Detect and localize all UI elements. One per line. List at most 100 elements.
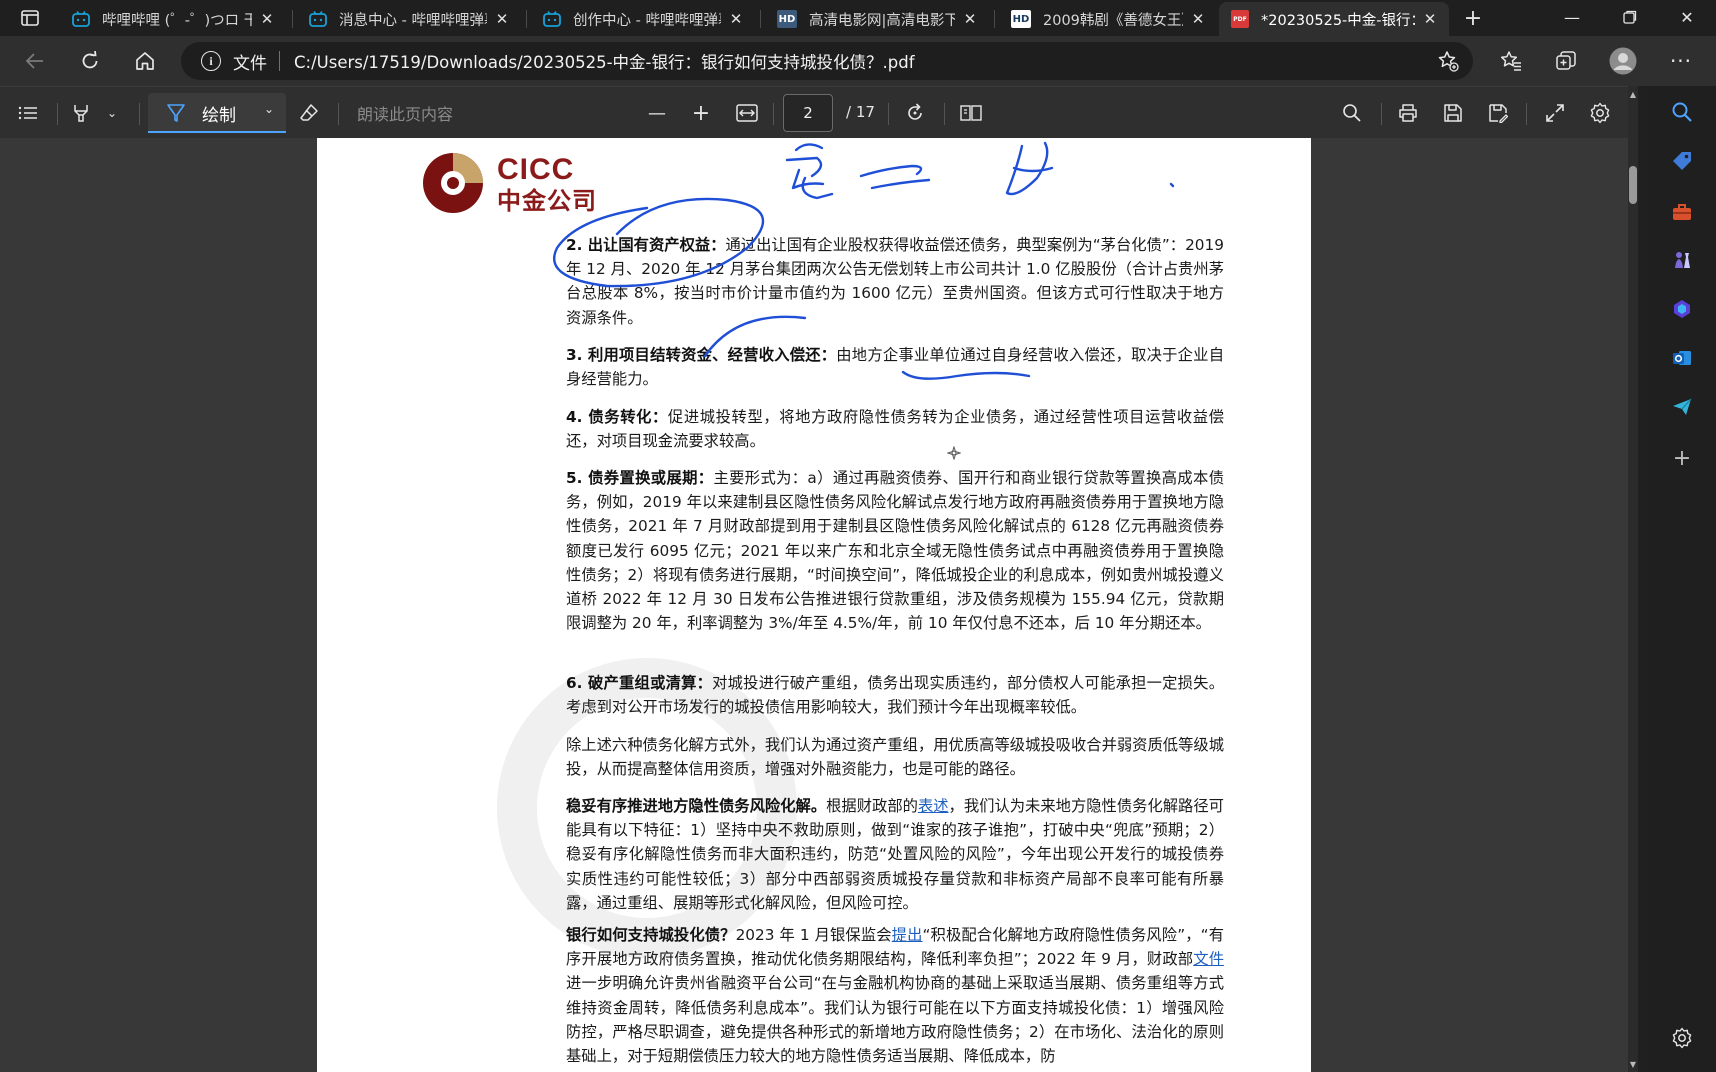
sidebar-telegram-button[interactable] xyxy=(1668,393,1696,421)
collections-button[interactable] xyxy=(1549,45,1583,77)
bilibili-icon xyxy=(72,10,90,28)
paragraph-body: 2023 年 1 月银保监会 xyxy=(735,926,892,944)
close-window-button[interactable]: ✕ xyxy=(1660,0,1714,34)
fullscreen-button[interactable] xyxy=(1540,99,1570,127)
plus-icon: + xyxy=(1463,5,1483,31)
url-text[interactable]: C:/Users/17519/Downloads/20230525-中金-银行：… xyxy=(294,49,915,73)
plus-icon: + xyxy=(1672,445,1692,471)
draw-button[interactable]: 绘制 ⌄ xyxy=(148,93,286,133)
ink-stroke xyxy=(785,143,834,200)
search-icon xyxy=(1343,104,1361,122)
new-tab-button[interactable]: + xyxy=(1458,4,1488,32)
paragraph-2: 2. 出让国有资产权益：通过出让国有企业股权获得收益偿还债务，典型案例为“茅台化… xyxy=(566,233,1224,330)
home-button[interactable] xyxy=(128,45,162,77)
sidebar-outlook-button[interactable] xyxy=(1668,344,1696,372)
page-view-icon xyxy=(960,105,982,121)
gear-icon xyxy=(1672,1027,1692,1049)
tab-title: 创作中心 - 哔哩哔哩弹幕 xyxy=(573,12,721,29)
tab-korean-drama[interactable]: HD 2009韩剧《善德女王》 ✕ xyxy=(999,2,1217,36)
tab-pdf-document[interactable]: PDF *20230525-中金-银行： ✕ xyxy=(1219,2,1449,36)
close-icon[interactable]: ✕ xyxy=(727,10,745,28)
refresh-icon xyxy=(82,51,98,69)
sidebar-tools-button[interactable] xyxy=(1668,198,1696,226)
zoom-in-button[interactable]: + xyxy=(686,99,716,127)
sidebar-add-button[interactable]: + xyxy=(1668,444,1696,472)
favorites-button[interactable] xyxy=(1494,45,1528,77)
minimize-icon: — xyxy=(1564,7,1580,27)
sidebar-search-button[interactable] xyxy=(1668,98,1696,126)
minimize-button[interactable]: — xyxy=(1545,0,1599,34)
info-icon[interactable]: i xyxy=(201,51,221,71)
pdf-viewer[interactable]: CICC 中金公司 2. 出让国有资产权益：通过出让国有企业股权获得收益偿还债务… xyxy=(0,138,1634,1072)
page-view-button[interactable] xyxy=(956,99,986,127)
scroll-down-icon[interactable]: ▼ xyxy=(1628,1060,1638,1070)
add-favorite-button[interactable] xyxy=(1437,50,1459,72)
document-link[interactable]: 文件 xyxy=(1193,950,1224,968)
logo-text-cn: 中金公司 xyxy=(497,187,597,215)
proposal-link[interactable]: 提出 xyxy=(892,926,923,944)
more-options-button[interactable]: ··· xyxy=(1664,45,1698,77)
toolbar-divider xyxy=(773,103,774,125)
profile-button[interactable] xyxy=(1606,45,1640,77)
collections-icon xyxy=(1556,51,1576,70)
chess-piece-icon xyxy=(1675,252,1690,268)
vertical-scrollbar[interactable]: ▲ ▼ xyxy=(1628,86,1638,1072)
restore-button[interactable] xyxy=(1603,0,1657,34)
star-plus-icon xyxy=(1438,51,1459,72)
address-bar[interactable]: i 文件 C:/Users/17519/Downloads/20230525-中… xyxy=(181,42,1473,80)
close-icon[interactable]: ✕ xyxy=(493,10,511,28)
contents-button[interactable] xyxy=(13,99,43,127)
paragraph-heading: 2. 出让国有资产权益： xyxy=(566,236,726,254)
paragraph-9: 银行如何支持城投化债？2023 年 1 月银保监会提出“积极配合化解地方政府隐性… xyxy=(566,923,1224,1068)
cicc-logo-icon xyxy=(423,153,483,213)
toolbar-divider xyxy=(944,103,945,125)
bilibili-icon xyxy=(543,10,561,28)
print-button[interactable] xyxy=(1393,99,1423,127)
hd-icon: HD xyxy=(1011,10,1031,28)
highlighter-icon xyxy=(74,105,88,122)
close-icon[interactable]: ✕ xyxy=(258,10,276,28)
fit-page-button[interactable] xyxy=(732,99,762,127)
scroll-up-icon[interactable]: ▲ xyxy=(1628,90,1638,100)
tab-bilibili-home[interactable]: 哔哩哔哩 (゜-゜)つロ 干 ✕ xyxy=(60,2,286,36)
gear-icon xyxy=(1590,102,1610,124)
save-as-icon xyxy=(1489,104,1508,123)
navigation-bar: i 文件 C:/Users/17519/Downloads/20230525-中… xyxy=(0,36,1716,86)
rotate-button[interactable] xyxy=(900,99,930,127)
save-as-button[interactable] xyxy=(1483,99,1513,127)
sidebar-settings-button[interactable] xyxy=(1668,1024,1696,1052)
paragraph-body: 根据财政部的 xyxy=(826,797,918,815)
back-button[interactable] xyxy=(18,45,52,77)
statement-link[interactable]: 表述 xyxy=(918,797,949,815)
zoom-out-button[interactable]: — xyxy=(642,99,672,127)
ellipsis-icon: ··· xyxy=(1669,49,1693,73)
page-number-input[interactable]: 2 xyxy=(783,94,833,132)
pdf-page[interactable]: CICC 中金公司 2. 出让国有资产权益：通过出让国有企业股权获得收益偿还债务… xyxy=(317,138,1311,1072)
tab-creator-center[interactable]: 创作中心 - 哔哩哔哩弹幕 ✕ xyxy=(531,2,755,36)
ink-stroke xyxy=(1169,182,1175,188)
paragraph-7: 除上述六种债务化解方式外，我们认为通过资产重组，用优质高等级城投吸收合并弱资质低… xyxy=(566,733,1224,781)
paragraph-3: 3. 利用项目结转资金、经营收入偿还：由地方企事业单位通过自身经营收入偿还，取决… xyxy=(566,343,1224,391)
save-button[interactable] xyxy=(1438,99,1468,127)
close-icon[interactable]: ✕ xyxy=(961,10,979,28)
highlight-button[interactable] xyxy=(66,99,96,127)
crosshair-cursor-icon xyxy=(947,446,961,460)
sidebar-shopping-button[interactable] xyxy=(1668,147,1696,175)
outlook-icon xyxy=(1673,351,1691,365)
refresh-button[interactable] xyxy=(73,45,107,77)
right-sidebar: + xyxy=(1648,86,1716,1072)
settings-button[interactable] xyxy=(1585,99,1615,127)
close-icon[interactable]: ✕ xyxy=(1421,10,1439,28)
scroll-thumb[interactable] xyxy=(1629,166,1637,204)
sidebar-games-button[interactable] xyxy=(1668,246,1696,274)
tab-hd-movies[interactable]: HD 高清电影网|高清电影下载 ✕ xyxy=(765,2,989,36)
read-aloud-button[interactable]: 朗读此页内容 xyxy=(357,101,453,125)
highlight-options-button[interactable]: ⌄ xyxy=(102,99,122,127)
sidebar-copilot-button[interactable] xyxy=(1668,295,1696,323)
tab-message-center[interactable]: 消息中心 - 哔哩哔哩弹幕 ✕ xyxy=(297,2,521,36)
tab-actions-button[interactable] xyxy=(8,4,52,32)
eraser-button[interactable] xyxy=(294,99,324,127)
search-button[interactable] xyxy=(1337,99,1367,127)
close-icon[interactable]: ✕ xyxy=(1189,10,1207,28)
chevron-down-icon[interactable]: ⌄ xyxy=(264,102,274,116)
